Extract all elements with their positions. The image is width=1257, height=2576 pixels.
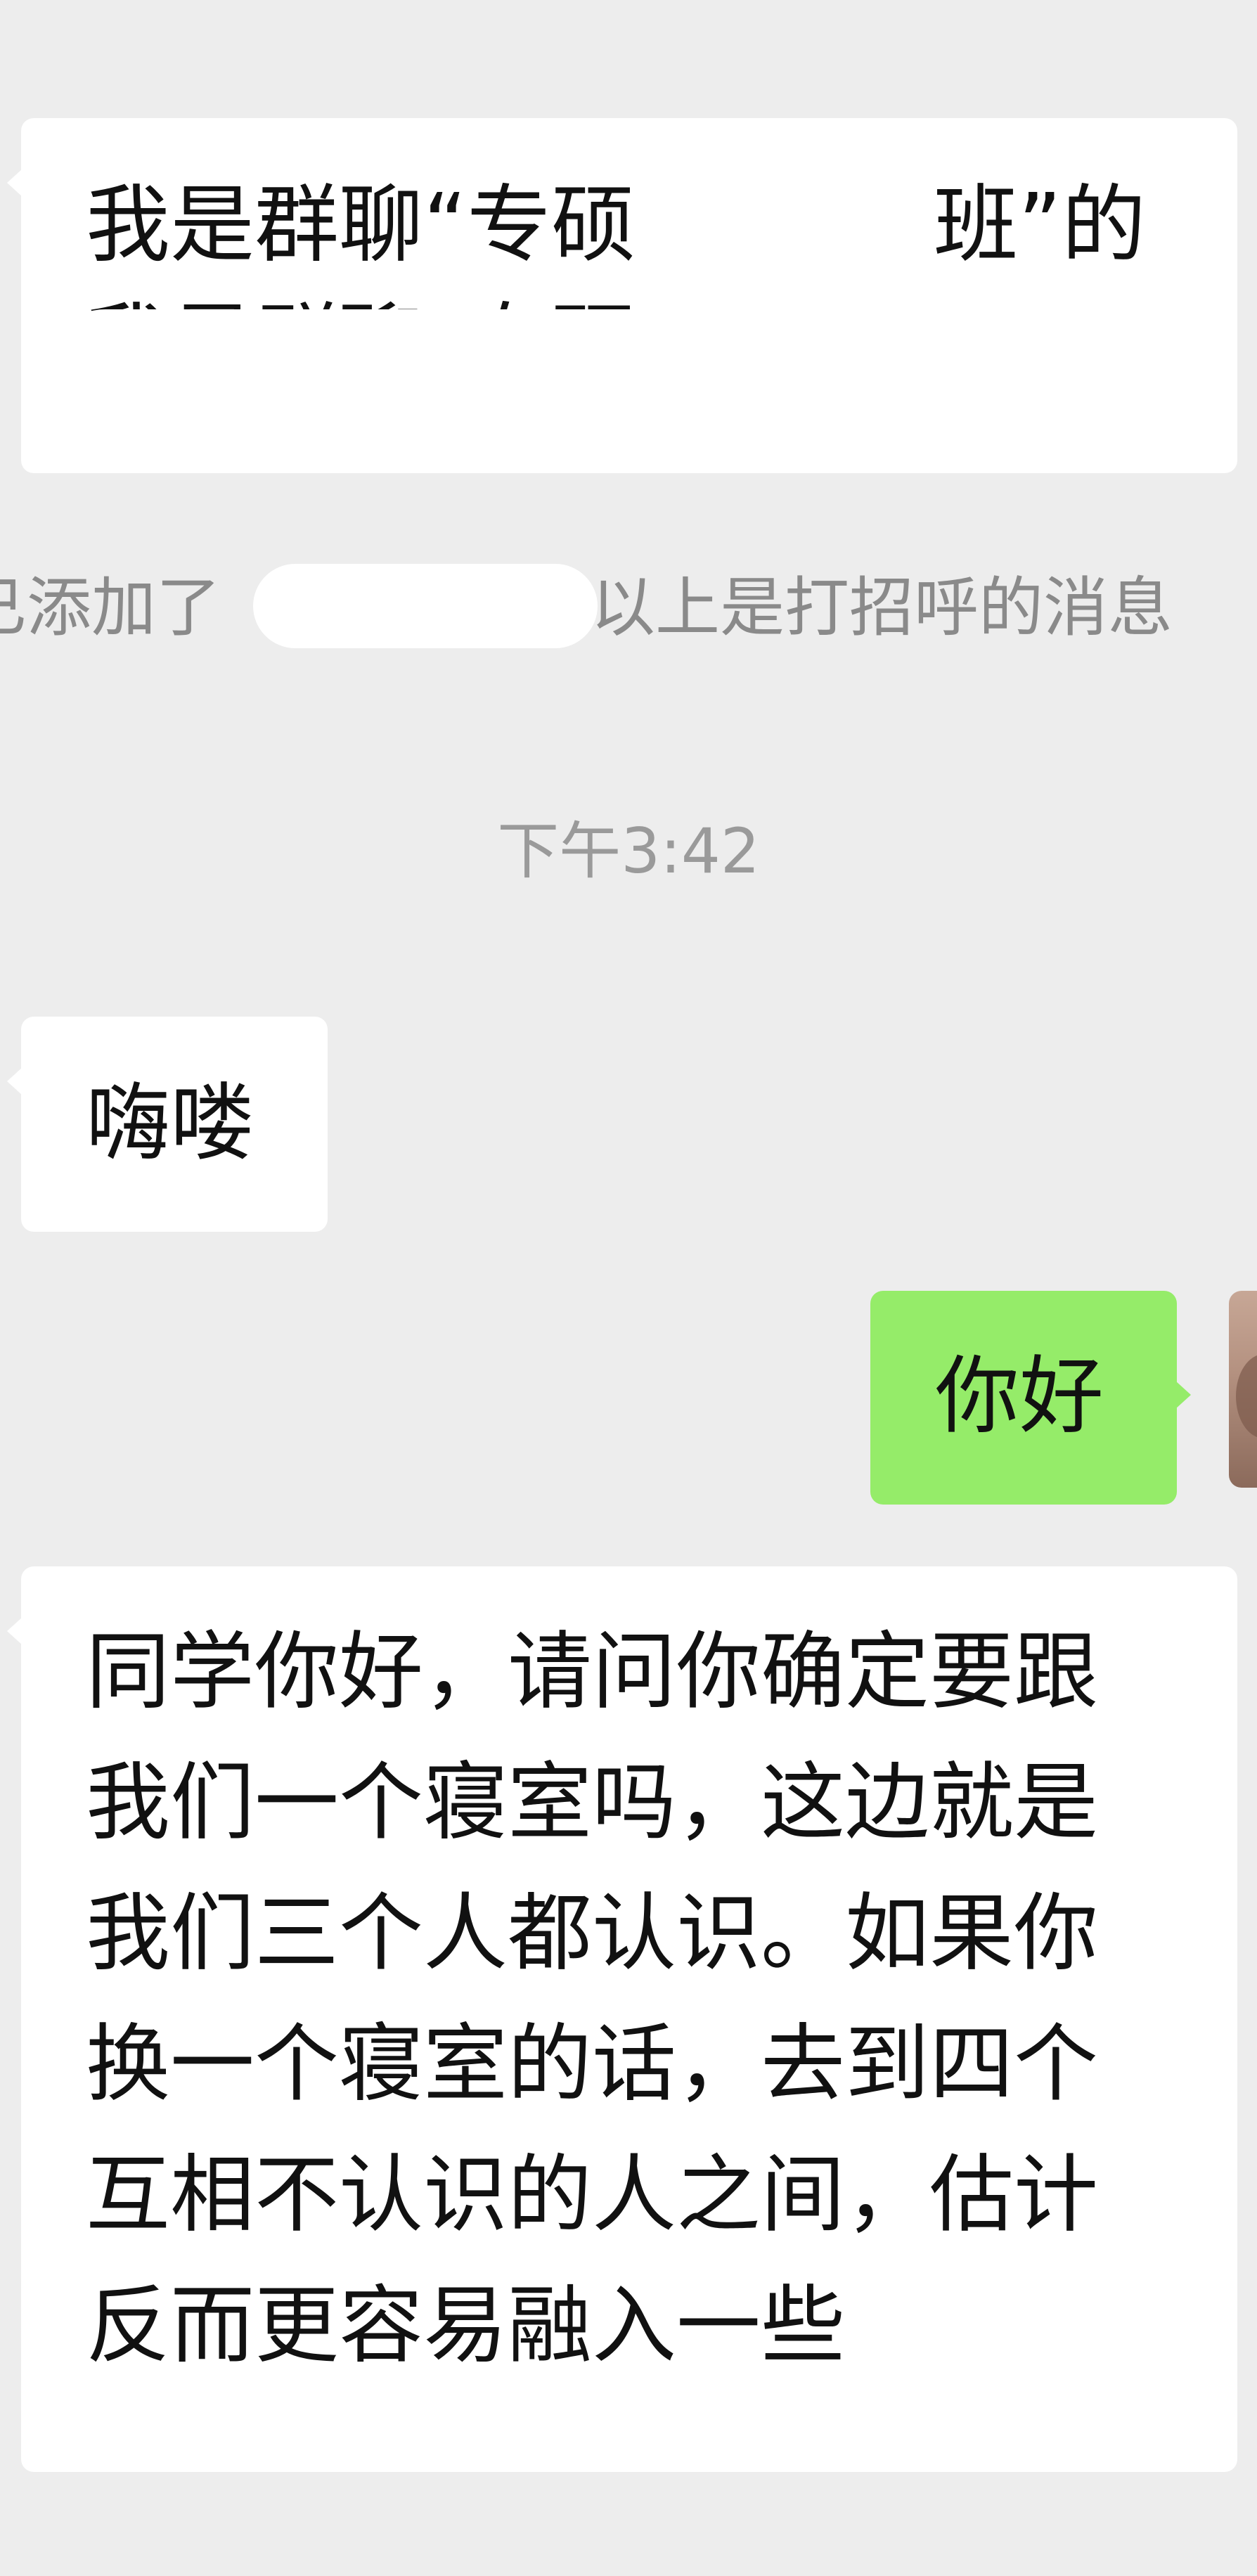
system-notice-suffix: 以上是打招呼的消息 bbox=[591, 570, 1173, 645]
redacted-contact-name bbox=[253, 564, 598, 648]
long-reply-line-1: 同学你好，请问你确定要跟 bbox=[86, 1623, 1098, 1721]
long-reply-line-2: 我们一个寝室吗，这边就是 bbox=[86, 1754, 1098, 1852]
group-intro-line1-prefix-text: 我是群聊“专硕 bbox=[86, 176, 636, 274]
incoming-greeting-text: 嗨喽 bbox=[86, 1075, 254, 1173]
long-reply-bubble[interactable]: 同学你好，请问你确定要跟 我们一个寝室吗，这边就是 我们三个人都认识。如果你 换… bbox=[7, 1566, 1237, 2472]
long-reply-line-3: 我们三个人都认识。如果你 bbox=[86, 1885, 1098, 1983]
long-reply-line-6: 反而更容易融入一些 bbox=[86, 2277, 845, 2375]
outgoing-greeting-text: 你好 bbox=[935, 1348, 1104, 1445]
long-reply-line-5: 互相不认识的人之间，估计 bbox=[86, 2146, 1098, 2244]
incoming-greeting-bubble[interactable]: 嗨喽 bbox=[7, 1017, 328, 1232]
system-notice: 已添加了 以上是打招呼的消息 bbox=[0, 555, 1257, 661]
redacted-class-name bbox=[710, 174, 921, 266]
long-reply-line-4: 换一个寝室的话，去到四个 bbox=[86, 2016, 1098, 2113]
outgoing-greeting-bubble[interactable]: 你好 bbox=[870, 1291, 1191, 1505]
avatar[interactable] bbox=[1229, 1291, 1257, 1488]
message-timestamp: 下午3:42 bbox=[497, 815, 760, 887]
redacted-line2 bbox=[42, 309, 1209, 443]
system-notice-prefix: 已添加了 bbox=[0, 570, 221, 645]
group-intro-line1-suffix-text: 班”的 bbox=[934, 176, 1147, 274]
